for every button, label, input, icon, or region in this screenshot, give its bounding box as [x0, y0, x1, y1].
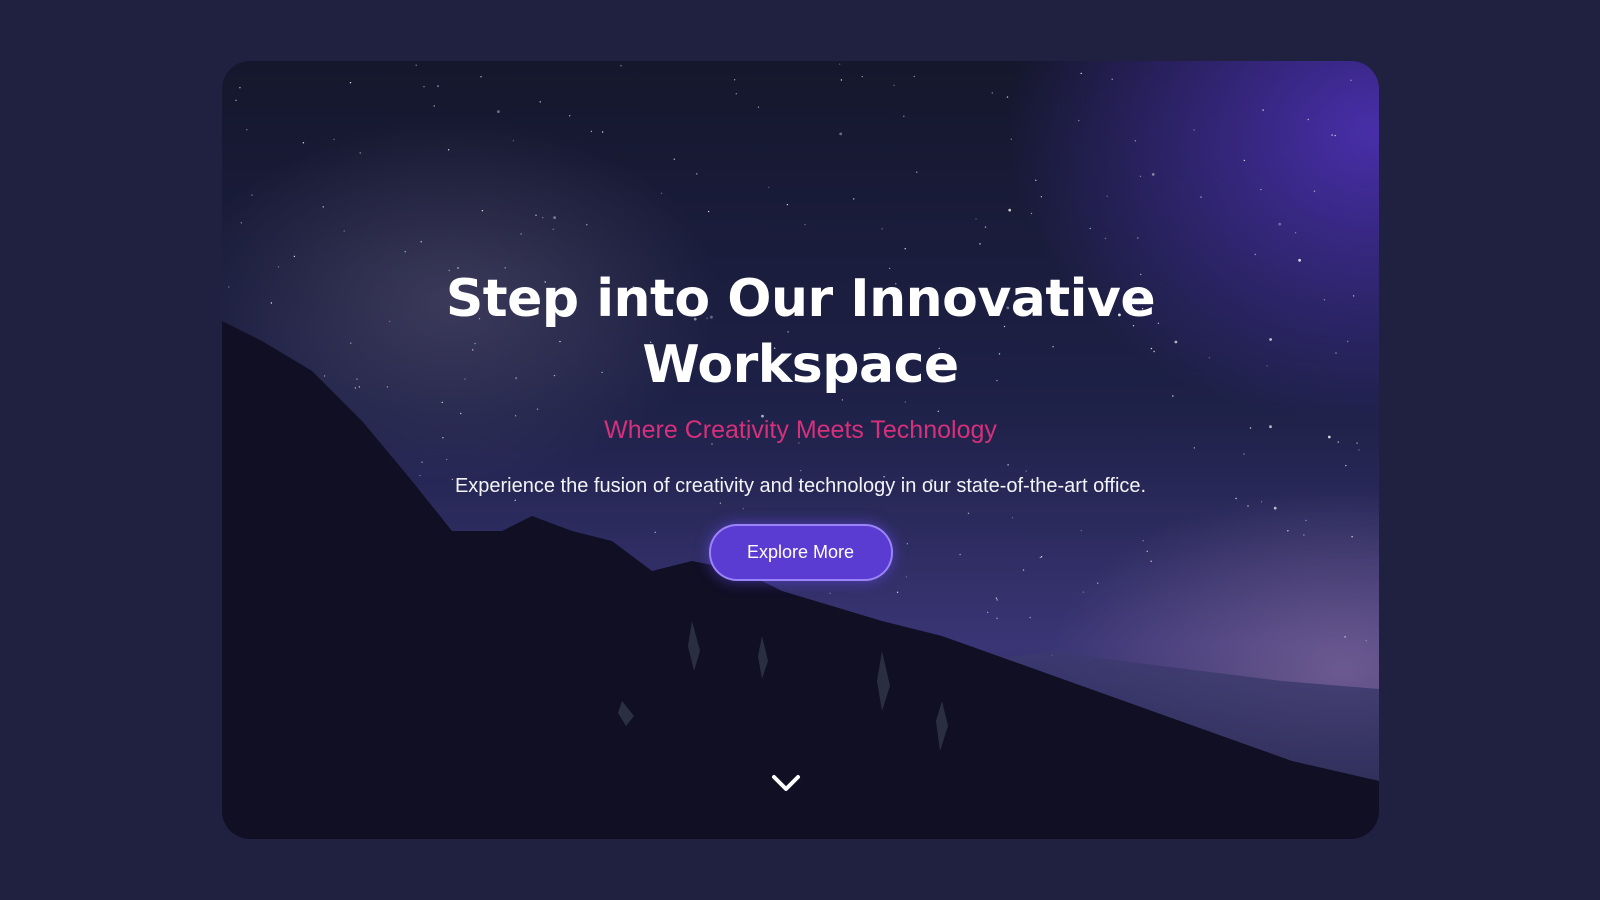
hero-description: Experience the fusion of creativity and …	[454, 475, 1147, 497]
hero-content: Step into Our Innovative Workspace Where…	[222, 266, 1379, 581]
hero-section: Step into Our Innovative Workspace Where…	[222, 61, 1379, 839]
explore-more-button[interactable]: Explore More	[708, 524, 893, 581]
hero-title: Step into Our Innovative Workspace	[445, 269, 1156, 395]
chevron-down-icon[interactable]	[771, 773, 801, 793]
hero-subtitle: Where Creativity Meets Technology	[604, 416, 997, 444]
